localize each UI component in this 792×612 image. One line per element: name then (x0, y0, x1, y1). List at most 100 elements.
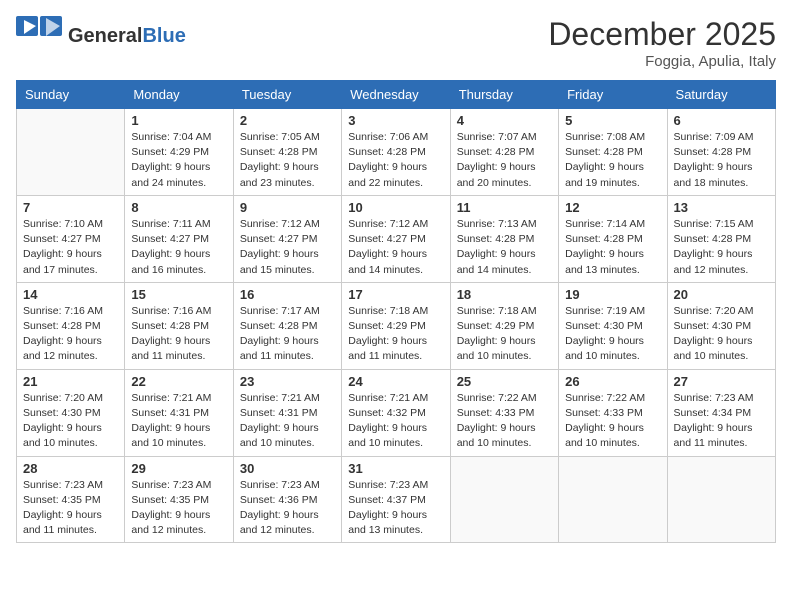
day-info: Sunrise: 7:13 AMSunset: 4:28 PMDaylight:… (457, 217, 552, 278)
calendar-cell: 19 Sunrise: 7:19 AMSunset: 4:30 PMDayligh… (559, 282, 667, 369)
day-number: 19 (565, 287, 660, 302)
day-info: Sunrise: 7:08 AMSunset: 4:28 PMDaylight:… (565, 130, 660, 191)
day-info: Sunrise: 7:23 AMSunset: 4:34 PMDaylight:… (674, 391, 769, 452)
day-info: Sunrise: 7:21 AMSunset: 4:31 PMDaylight:… (131, 391, 226, 452)
calendar-cell (450, 456, 558, 543)
weekday-header-thursday: Thursday (450, 81, 558, 109)
calendar-week-2: 7Sunrise: 7:10 AMSunset: 4:27 PMDaylight… (17, 195, 776, 282)
day-info: Sunrise: 7:16 AMSunset: 4:28 PMDaylight:… (131, 304, 226, 365)
day-info: Sunrise: 7:20 AMSunset: 4:30 PMDaylight:… (674, 304, 769, 365)
day-number: 13 (674, 200, 769, 215)
day-number: 27 (674, 374, 769, 389)
day-number: 1 (131, 113, 226, 128)
calendar-cell: 27 Sunrise: 7:23 AMSunset: 4:34 PMDayligh… (667, 369, 775, 456)
day-info: Sunrise: 7:14 AMSunset: 4:28 PMDaylight:… (565, 217, 660, 278)
title-area: December 2025 Foggia, Apulia, Italy (548, 16, 776, 70)
calendar-cell: 6Sunrise: 7:09 AMSunset: 4:28 PMDaylight… (667, 109, 775, 196)
calendar-cell: 23 Sunrise: 7:21 AMSunset: 4:31 PMDayligh… (233, 369, 341, 456)
calendar-cell (559, 456, 667, 543)
calendar-cell: 3 Sunrise: 7:06 AMSunset: 4:28 PMDaylight… (342, 109, 450, 196)
day-number: 3 (348, 113, 443, 128)
day-number: 10 (348, 200, 443, 215)
day-number: 30 (240, 461, 335, 476)
calendar-week-4: 21 Sunrise: 7:20 AMSunset: 4:30 PMDayligh… (17, 369, 776, 456)
day-number: 15 (131, 287, 226, 302)
day-number: 17 (348, 287, 443, 302)
calendar-cell: 17 Sunrise: 7:18 AMSunset: 4:29 PMDayligh… (342, 282, 450, 369)
day-number: 4 (457, 113, 552, 128)
day-number: 25 (457, 374, 552, 389)
day-info: Sunrise: 7:23 AMSunset: 4:35 PMDaylight:… (131, 478, 226, 539)
day-number: 8 (131, 200, 226, 215)
calendar-cell: 4 Sunrise: 7:07 AMSunset: 4:28 PMDaylight… (450, 109, 558, 196)
day-info: Sunrise: 7:09 AMSunset: 4:28 PMDaylight:… (674, 130, 769, 191)
calendar-cell: 12 Sunrise: 7:14 AMSunset: 4:28 PMDayligh… (559, 195, 667, 282)
calendar-cell: 9 Sunrise: 7:12 AMSunset: 4:27 PMDaylight… (233, 195, 341, 282)
day-number: 24 (348, 374, 443, 389)
day-info: Sunrise: 7:04 AMSunset: 4:29 PMDaylight:… (131, 130, 226, 191)
day-info: Sunrise: 7:22 AMSunset: 4:33 PMDaylight:… (457, 391, 552, 452)
calendar-cell: 8 Sunrise: 7:11 AMSunset: 4:27 PMDaylight… (125, 195, 233, 282)
calendar-table: SundayMondayTuesdayWednesdayThursdayFrid… (16, 80, 776, 543)
day-info: Sunrise: 7:05 AMSunset: 4:28 PMDaylight:… (240, 130, 335, 191)
day-info: Sunrise: 7:12 AMSunset: 4:27 PMDaylight:… (348, 217, 443, 278)
day-number: 11 (457, 200, 552, 215)
day-info: Sunrise: 7:18 AMSunset: 4:29 PMDaylight:… (348, 304, 443, 365)
weekday-header-sunday: Sunday (17, 81, 125, 109)
day-number: 16 (240, 287, 335, 302)
header: GeneralBlue December 2025 Foggia, Apulia… (16, 16, 776, 70)
calendar-cell (17, 109, 125, 196)
weekday-header-friday: Friday (559, 81, 667, 109)
day-number: 26 (565, 374, 660, 389)
calendar-cell: 2Sunrise: 7:05 AMSunset: 4:28 PMDaylight… (233, 109, 341, 196)
calendar-cell: 25 Sunrise: 7:22 AMSunset: 4:33 PMDayligh… (450, 369, 558, 456)
calendar-cell: 30 Sunrise: 7:23 AMSunset: 4:36 PMDayligh… (233, 456, 341, 543)
calendar-cell: 15 Sunrise: 7:16 AMSunset: 4:28 PMDayligh… (125, 282, 233, 369)
weekday-header-row: SundayMondayTuesdayWednesdayThursdayFrid… (17, 81, 776, 109)
day-info: Sunrise: 7:20 AMSunset: 4:30 PMDaylight:… (23, 391, 118, 452)
day-info: Sunrise: 7:12 AMSunset: 4:27 PMDaylight:… (240, 217, 335, 278)
day-info: Sunrise: 7:21 AMSunset: 4:31 PMDaylight:… (240, 391, 335, 452)
logo-general: General (68, 25, 142, 47)
calendar-cell: 16 Sunrise: 7:17 AMSunset: 4:28 PMDayligh… (233, 282, 341, 369)
calendar-cell: 29 Sunrise: 7:23 AMSunset: 4:35 PMDayligh… (125, 456, 233, 543)
calendar-cell (667, 456, 775, 543)
logo-blue: Blue (142, 25, 185, 47)
weekday-header-saturday: Saturday (667, 81, 775, 109)
calendar-cell: 7Sunrise: 7:10 AMSunset: 4:27 PMDaylight… (17, 195, 125, 282)
day-info: Sunrise: 7:19 AMSunset: 4:30 PMDaylight:… (565, 304, 660, 365)
day-info: Sunrise: 7:06 AMSunset: 4:28 PMDaylight:… (348, 130, 443, 191)
calendar-week-3: 14 Sunrise: 7:16 AMSunset: 4:28 PMDayligh… (17, 282, 776, 369)
day-number: 21 (23, 374, 118, 389)
day-info: Sunrise: 7:07 AMSunset: 4:28 PMDaylight:… (457, 130, 552, 191)
day-number: 29 (131, 461, 226, 476)
day-info: Sunrise: 7:23 AMSunset: 4:37 PMDaylight:… (348, 478, 443, 539)
calendar-cell: 20Sunrise: 7:20 AMSunset: 4:30 PMDayligh… (667, 282, 775, 369)
day-number: 9 (240, 200, 335, 215)
weekday-header-tuesday: Tuesday (233, 81, 341, 109)
weekday-header-wednesday: Wednesday (342, 81, 450, 109)
day-info: Sunrise: 7:23 AMSunset: 4:36 PMDaylight:… (240, 478, 335, 539)
calendar-cell: 24Sunrise: 7:21 AMSunset: 4:32 PMDayligh… (342, 369, 450, 456)
day-info: Sunrise: 7:11 AMSunset: 4:27 PMDaylight:… (131, 217, 226, 278)
day-number: 23 (240, 374, 335, 389)
logo-text-area: GeneralBlue (68, 25, 186, 47)
logo: GeneralBlue (16, 16, 186, 56)
calendar-cell: 21 Sunrise: 7:20 AMSunset: 4:30 PMDayligh… (17, 369, 125, 456)
weekday-header-monday: Monday (125, 81, 233, 109)
day-number: 28 (23, 461, 118, 476)
month-title: December 2025 (548, 16, 776, 53)
calendar-cell: 1 Sunrise: 7:04 AMSunset: 4:29 PMDaylight… (125, 109, 233, 196)
calendar-cell: 22 Sunrise: 7:21 AMSunset: 4:31 PMDayligh… (125, 369, 233, 456)
day-number: 7 (23, 200, 118, 215)
day-number: 12 (565, 200, 660, 215)
day-info: Sunrise: 7:17 AMSunset: 4:28 PMDaylight:… (240, 304, 335, 365)
day-info: Sunrise: 7:22 AMSunset: 4:33 PMDaylight:… (565, 391, 660, 452)
day-info: Sunrise: 7:23 AMSunset: 4:35 PMDaylight:… (23, 478, 118, 539)
calendar-cell: 14Sunrise: 7:16 AMSunset: 4:28 PMDayligh… (17, 282, 125, 369)
calendar-cell: 10 Sunrise: 7:12 AMSunset: 4:27 PMDayligh… (342, 195, 450, 282)
calendar-week-5: 28 Sunrise: 7:23 AMSunset: 4:35 PMDayligh… (17, 456, 776, 543)
day-number: 22 (131, 374, 226, 389)
day-number: 14 (23, 287, 118, 302)
calendar-cell: 28 Sunrise: 7:23 AMSunset: 4:35 PMDayligh… (17, 456, 125, 543)
